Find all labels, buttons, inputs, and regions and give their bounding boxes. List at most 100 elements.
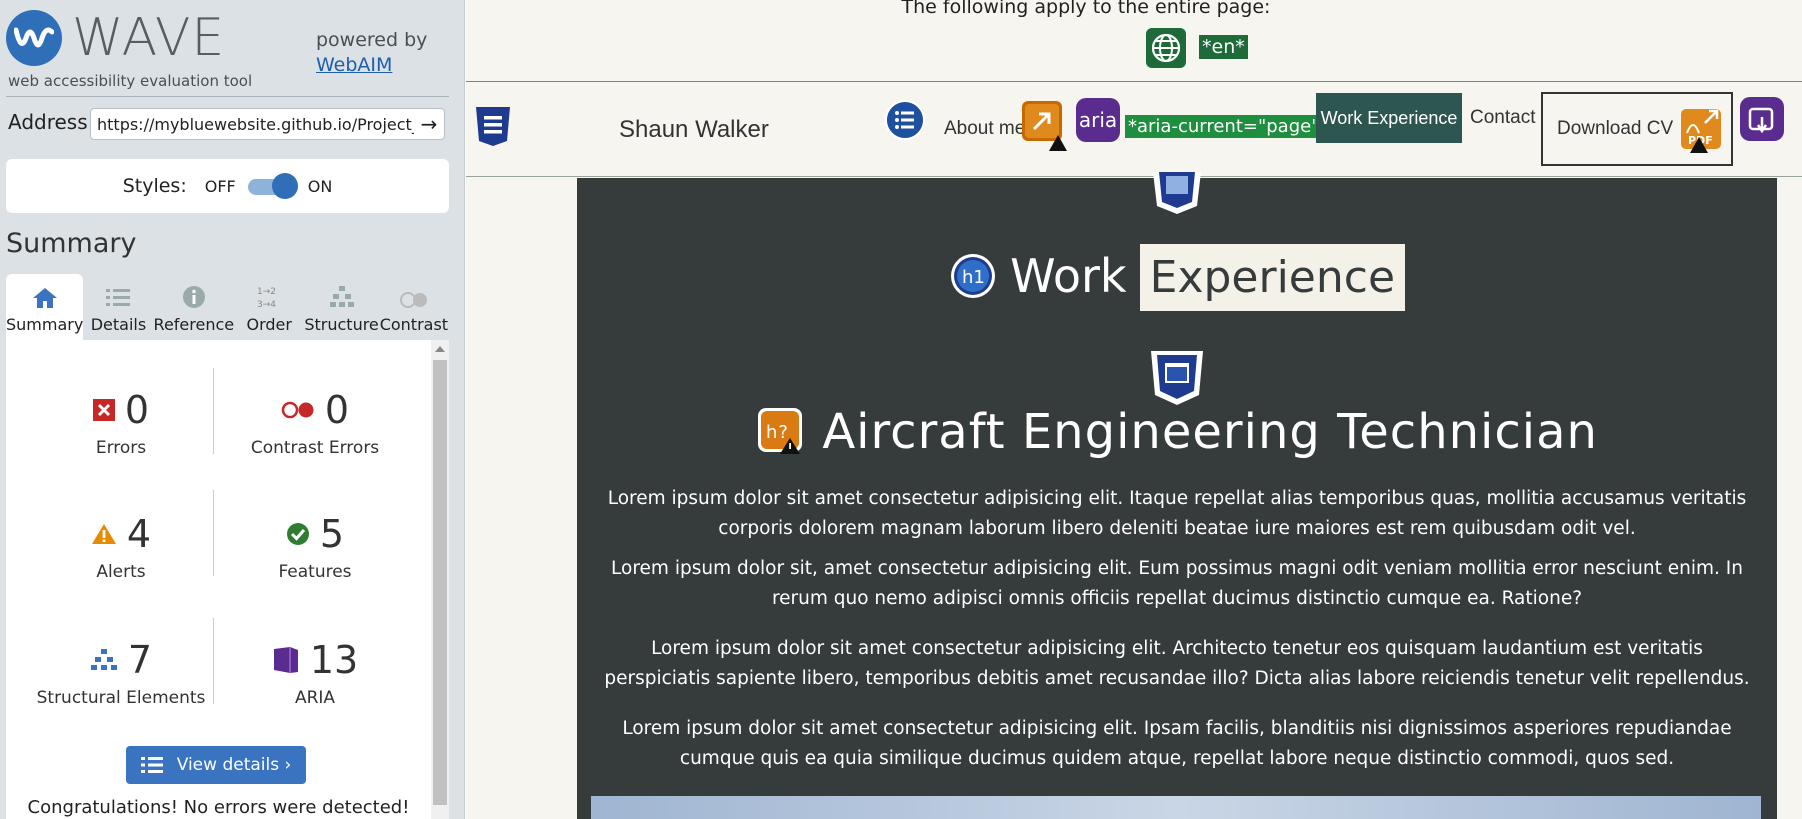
job-title-heading: h? Aircraft Engineering Technician [577, 404, 1777, 460]
stat-label: Features [278, 562, 352, 582]
stat-count: 7 [127, 638, 153, 682]
stat-label: Errors [95, 438, 147, 458]
powered-by: powered by WebAIM [316, 28, 427, 78]
paragraph: Lorem ipsum dolor sit amet consectetur a… [607, 488, 1747, 539]
wave-logo-text: WAVE [72, 8, 226, 68]
tab-label: Summary [6, 315, 84, 334]
stat-alerts[interactable]: 4 Alerts [31, 512, 211, 582]
warning-icon [1049, 135, 1067, 151]
warning-icon [1690, 137, 1708, 153]
info-icon [182, 286, 205, 308]
error-icon [92, 399, 115, 421]
contrast-icon [399, 292, 427, 308]
structure-icon [329, 286, 354, 307]
panel-scrollbar[interactable] [431, 340, 449, 819]
arrow-right-icon[interactable]: → [414, 109, 444, 139]
download-cv-label: Download CV [1557, 118, 1674, 139]
site-navbar: Shaun Walker About me aria *aria-current… [466, 83, 1802, 177]
aria-current-tag: *aria-current="page"* [1125, 115, 1332, 138]
main-content: h1 Work Experience h? Aircraft Engineeri… [577, 172, 1777, 819]
evaluated-page: The following apply to the entire page: … [466, 0, 1802, 819]
contrast-error-icon [281, 401, 314, 419]
paragraph: Lorem ipsum dolor sit amet consectetur a… [622, 718, 1732, 769]
nav-about-me[interactable]: About me [944, 118, 1025, 140]
html5-structure-icon[interactable] [470, 103, 516, 149]
list-icon [140, 757, 163, 773]
summary-panel: 0 Errors 0 Contrast Errors 4 Alerts 5 Fe… [6, 340, 449, 819]
styles-off-label: OFF [204, 176, 236, 196]
view-details-label: View details › [176, 755, 292, 775]
stat-count: 0 [124, 388, 150, 432]
wave-tagline: web accessibility evaluation tool [8, 72, 253, 90]
scroll-up-arrow[interactable] [435, 346, 445, 352]
possible-heading-alert-icon[interactable]: h? [756, 406, 804, 454]
svg-text:1→2: 1→2 [257, 287, 276, 297]
divider [6, 96, 449, 97]
h1-badge-icon[interactable]: h1 [949, 252, 997, 300]
stat-count: 13 [309, 638, 359, 682]
language-tag: *en* [1199, 35, 1248, 59]
nav-work-experience[interactable]: Work Experience [1316, 93, 1462, 143]
article-structure-icon[interactable] [1149, 351, 1205, 407]
stat-label: Structural Elements [36, 688, 206, 708]
powered-by-label: powered by [316, 29, 428, 51]
congrats-message: Congratulations! No errors were detected… [27, 797, 410, 818]
tab-order[interactable]: 1→2 3→4 Order [234, 274, 304, 340]
svg-text:h?: h? [766, 422, 789, 443]
aria-icon [273, 647, 298, 673]
page-level-note: The following apply to the entire page: [901, 0, 1271, 18]
tab-details[interactable]: Details [83, 274, 153, 340]
stat-count: 5 [319, 512, 345, 556]
page-level-annotations: The following apply to the entire page: … [466, 0, 1802, 82]
page-heading: h1 Work Experience [577, 244, 1777, 311]
tab-label: Contrast [379, 315, 449, 334]
address-input[interactable]: https://mybluewebsite.github.io/Project_… [90, 108, 445, 140]
section-structure-icon[interactable] [1151, 172, 1203, 214]
wave-logo-icon [6, 10, 62, 66]
scroll-thumb[interactable] [433, 360, 447, 805]
language-globe-icon[interactable] [1146, 28, 1186, 68]
summary-heading: Summary [6, 228, 137, 259]
stat-divider [213, 490, 214, 576]
styles-toggle-card: Styles: OFF ON [6, 159, 449, 213]
view-details-button[interactable]: View details › [126, 746, 306, 784]
styles-on-label: ON [307, 176, 333, 196]
toggle-knob[interactable] [271, 173, 298, 199]
stat-label: ARIA [294, 688, 336, 708]
svg-text:h1: h1 [962, 267, 985, 288]
stat-label: Contrast Errors [250, 438, 380, 458]
hero-image [591, 796, 1761, 819]
styles-toggle[interactable] [246, 173, 298, 199]
aria-button-icon[interactable] [1740, 97, 1784, 141]
heading-experience: Experience [1139, 244, 1406, 311]
address-value[interactable]: https://mybluewebsite.github.io/Project_… [97, 115, 414, 134]
webaim-link[interactable]: WebAIM [316, 54, 392, 76]
wave-sidebar: WAVE web accessibility evaluation tool p… [0, 0, 465, 819]
stat-aria[interactable]: 13 ARIA [225, 638, 405, 708]
job-title-text: Aircraft Engineering Technician [822, 404, 1598, 460]
stat-errors[interactable]: 0 Errors [31, 388, 211, 458]
nav-contact[interactable]: Contact [1470, 107, 1535, 129]
tab-summary[interactable]: Summary [6, 274, 84, 340]
feature-check-icon [286, 523, 309, 545]
stat-structural[interactable]: 7 Structural Elements [31, 638, 211, 708]
download-cv-button[interactable]: Download CV PDF [1541, 92, 1733, 166]
home-icon [32, 288, 57, 308]
unordered-list-icon[interactable] [884, 99, 926, 141]
svg-text:3→4: 3→4 [257, 300, 276, 309]
tab-structure[interactable]: Structure [304, 274, 379, 340]
stat-divider [213, 618, 214, 704]
styles-label: Styles: [122, 175, 187, 197]
tab-contrast[interactable]: Contrast [379, 274, 449, 340]
aria-badge-icon[interactable]: aria [1076, 98, 1120, 142]
tab-label: Details [90, 315, 147, 334]
tab-reference[interactable]: Reference [154, 274, 234, 340]
stat-contrast-errors[interactable]: 0 Contrast Errors [225, 388, 405, 458]
stat-features[interactable]: 5 Features [225, 512, 405, 582]
paragraph: Lorem ipsum dolor sit amet consectetur a… [604, 638, 1750, 689]
address-label: Address: [8, 110, 95, 134]
brand-name[interactable]: Shaun Walker [619, 116, 769, 144]
stat-label: Alerts [96, 562, 146, 582]
stat-count: 0 [324, 388, 350, 432]
heading-work: Work [1010, 249, 1127, 303]
